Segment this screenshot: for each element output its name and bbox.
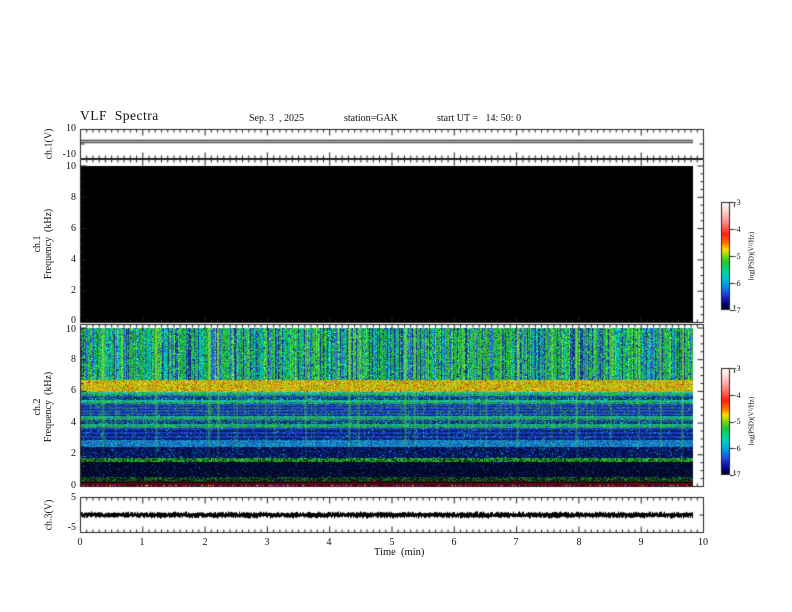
p3-axis-label-line2: Frequency (kHz)	[43, 371, 54, 443]
x-tick-1: 1	[139, 537, 145, 548]
p2-ytick-10: 10	[66, 161, 76, 172]
p3-axis-label-line1: ch.2	[32, 398, 43, 416]
x-tick-7: 7	[513, 537, 519, 548]
start-ut-label: start UT = 14: 50: 0	[437, 113, 522, 124]
cb2-axis-label: log(PSD)(V²/Hz)	[747, 396, 756, 446]
cb2-tick--3: -3	[734, 364, 741, 373]
x-tick-4: 4	[326, 537, 332, 548]
x-tick-9: 9	[638, 537, 644, 548]
p3-ytick-0: 0	[71, 480, 76, 491]
cb2-tick--7: -7	[734, 470, 741, 479]
cb1-tick--3: -3	[734, 198, 741, 207]
cb1-axis-label: log(PSD)(V²/Hz)	[747, 231, 756, 281]
p3-ytick-10: 10	[66, 324, 76, 335]
x-tick-2: 2	[202, 537, 208, 548]
x-tick-6: 6	[451, 537, 457, 548]
station-label: station=GAK	[344, 113, 398, 124]
p2-ytick-2: 2	[71, 285, 76, 296]
p2-ytick-8: 8	[71, 192, 76, 203]
p3-axis-label: ch.2 Frequency (kHz)	[32, 372, 54, 443]
x-tick-0: 0	[77, 537, 83, 548]
vlf-spectra-figure: VLF Spectra Sep. 3 , 2025 station=GAK st…	[0, 0, 792, 612]
p2-axis-label: ch.1 Frequency (kHz)	[32, 209, 54, 280]
date-label: Sep. 3 , 2025	[249, 113, 304, 124]
p3-ytick-8: 8	[71, 354, 76, 365]
p4-axis-label: ch.3(V)	[43, 499, 55, 531]
p2-axis-label-line1: ch.1	[32, 235, 43, 253]
x-axis-label: Time (min)	[374, 547, 425, 558]
cb1-tick--5: -5	[734, 252, 741, 261]
x-tick-3: 3	[264, 537, 270, 548]
cb2-tick--5: -5	[734, 417, 741, 426]
cb2-tick--4: -4	[734, 391, 741, 400]
p2-axis-label-line2: Frequency (kHz)	[43, 208, 54, 280]
p3-ytick-2: 2	[71, 448, 76, 459]
x-tick-10: 10	[698, 537, 708, 548]
figure-title: VLF Spectra	[80, 108, 159, 123]
x-tick-8: 8	[576, 537, 582, 548]
cb1-tick--4: -4	[734, 225, 741, 234]
spectra-figure-canvas	[0, 0, 792, 612]
p1-axis-label: ch.1(V)	[43, 128, 55, 160]
cb1-tick--6: -6	[734, 279, 741, 288]
cb2-tick--6: -6	[734, 444, 741, 453]
cb1-tick--7: -7	[734, 306, 741, 315]
